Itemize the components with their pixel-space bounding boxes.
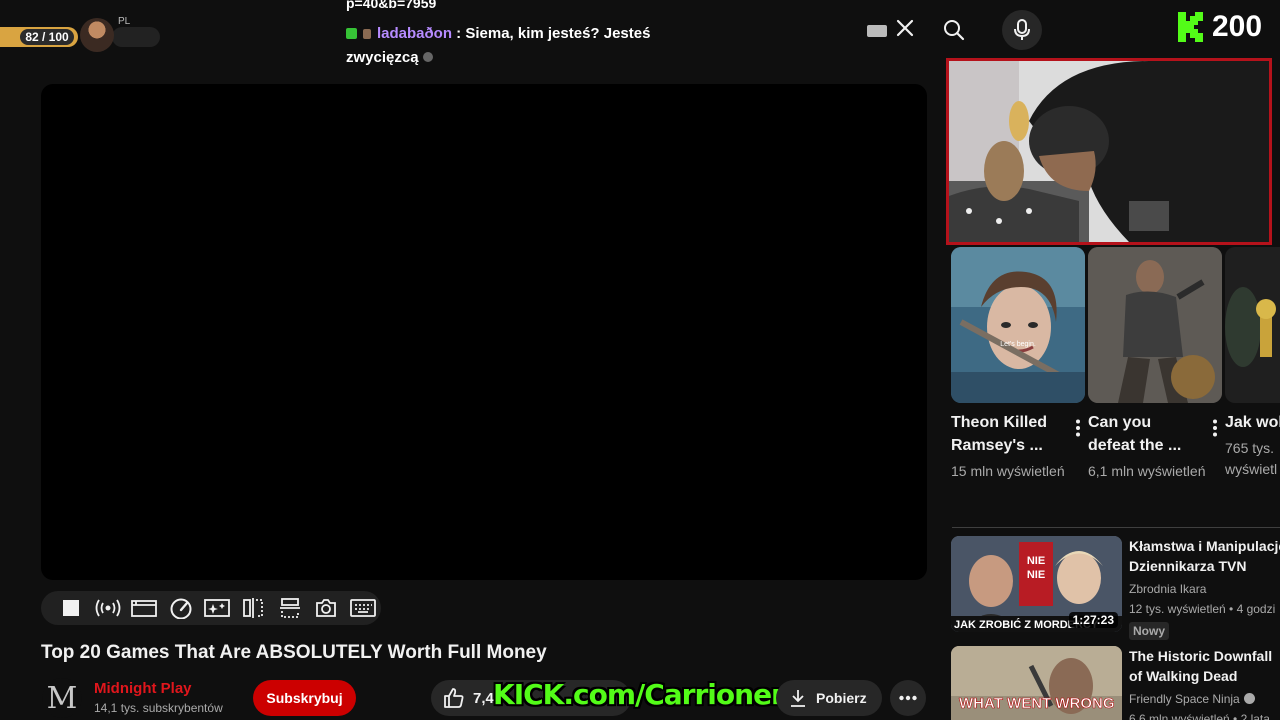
keyboard-icon: [349, 599, 376, 617]
short-views: 765 tys. wyświetl: [1225, 440, 1278, 477]
chat-username: ladabaðon: [377, 25, 453, 42]
screenshot-button[interactable]: [308, 591, 344, 625]
stop-button[interactable]: [53, 591, 89, 625]
thumb-text: NIE: [1027, 555, 1045, 567]
video-player[interactable]: [41, 84, 927, 580]
enhance-icon: [204, 599, 230, 617]
short-thumbnail[interactable]: Let's begin.: [951, 247, 1085, 403]
broadcast-button[interactable]: [89, 591, 125, 625]
more-vertical-icon: [1076, 419, 1080, 437]
channel-name[interactable]: Midnight Play: [94, 680, 192, 697]
short-card[interactable]: Jak wokalis 765 tys. wyświetl: [1225, 247, 1280, 480]
camera-icon: [316, 599, 337, 617]
keyboard-icon[interactable]: [867, 25, 887, 37]
section-divider: [952, 527, 1280, 528]
streamer-level-widget: 82 / 100 PL: [0, 16, 160, 52]
video-channel[interactable]: Zbrodnia Ikara: [1129, 580, 1280, 598]
kick-follower-counter: 200: [1178, 10, 1262, 44]
recommended-video[interactable]: NIE NIE JAK ZROBIĆ Z MORDERCY 1:27:23 Kł…: [951, 536, 1280, 640]
download-icon: [791, 690, 805, 707]
voice-search-button[interactable]: [1002, 10, 1042, 50]
video-meta: 12 tys. wyświetleń • 4 godzi: [1129, 602, 1276, 616]
flip-icon: [279, 598, 300, 618]
short-title[interactable]: Jak wokalis: [1225, 411, 1280, 434]
download-button[interactable]: Pobierz: [776, 680, 882, 716]
short-card[interactable]: Let's begin. Theon Killed Ramsey's ... 1…: [951, 247, 1085, 482]
short-title[interactable]: Can you defeat the ...: [1088, 411, 1192, 457]
thumb-text: NIE: [1027, 569, 1045, 581]
chat-message: ladabaðon : Siema, kim jesteś? Jesteś zw…: [346, 22, 666, 70]
thumbs-up-icon: [444, 688, 464, 708]
more-horizontal-icon: [899, 695, 917, 701]
new-badge: Nowy: [1129, 622, 1170, 640]
short-title[interactable]: Theon Killed Ramsey's ...: [951, 411, 1055, 457]
search-icon: [944, 20, 965, 41]
download-label: Pobierz: [816, 690, 867, 706]
kick-logo-icon: [1178, 12, 1204, 42]
broadcast-icon: [95, 599, 121, 617]
enhance-button[interactable]: [199, 591, 235, 625]
kick-channel-banner: KICK.com/Carrioner: [493, 678, 785, 711]
video-title[interactable]: The Historic Downfall of Walking Dead: [1129, 646, 1280, 686]
video-info: Kłamstwa i Manipulacje Dziennikarza TVN …: [1129, 536, 1280, 640]
video-duration: 1:27:23: [1068, 612, 1118, 628]
theater-mode-button[interactable]: [126, 591, 162, 625]
short-thumbnail[interactable]: [1225, 247, 1280, 403]
chat-previous-line: p=40&b=7959: [346, 0, 437, 11]
short-menu-button[interactable]: [1212, 419, 1218, 442]
video-thumbnail[interactable]: NIE NIE JAK ZROBIĆ Z MORDERCY 1:27:23: [951, 536, 1122, 632]
video-thumbnail[interactable]: WHAT WENT WRONG: [951, 646, 1122, 720]
user-badge-icon: [363, 29, 371, 39]
keyboard-shortcuts-button[interactable]: [345, 591, 381, 625]
thumb-caption: WHAT WENT WRONG: [959, 695, 1115, 712]
short-menu-button[interactable]: [1075, 419, 1081, 442]
emote-icon: [422, 52, 433, 62]
playback-speed-button[interactable]: [162, 591, 198, 625]
theater-icon: [131, 600, 157, 617]
microphone-icon: [1014, 19, 1030, 40]
flip-button[interactable]: [272, 591, 308, 625]
extension-toolbar: [41, 591, 381, 625]
kick-count: 200: [1212, 10, 1263, 43]
mirror-icon: [243, 598, 264, 618]
short-views: 15 mln wyświetleń: [951, 463, 1065, 479]
search-button[interactable]: [930, 10, 978, 50]
video-channel[interactable]: Friendly Space Ninja: [1129, 690, 1280, 708]
stop-icon: [63, 600, 80, 616]
level-tail: [112, 27, 160, 47]
short-thumbnail[interactable]: [1088, 247, 1222, 403]
level-counter: 82 / 100: [18, 27, 76, 47]
channel-avatar[interactable]: M: [42, 678, 82, 718]
short-card[interactable]: Can you defeat the ... 6,1 mln wyświetle…: [1088, 247, 1222, 482]
webcam-overlay: [946, 58, 1272, 245]
video-info: The Historic Downfall of Walking Dead Fr…: [1129, 646, 1280, 720]
verified-icon: [1243, 693, 1255, 704]
short-views: 6,1 mln wyświetleń: [1088, 463, 1206, 479]
channel-label: Friendly Space Ninja: [1129, 692, 1240, 706]
video-title: Top 20 Games That Are ABSOLUTELY Worth F…: [41, 642, 547, 663]
close-icon: [896, 19, 914, 37]
video-meta: 6,6 mln wyświetleń • 2 lata: [1129, 712, 1270, 720]
channel-subscriber-count: 14,1 tys. subskrybentów: [94, 701, 223, 715]
more-vertical-icon: [1213, 419, 1217, 437]
mirror-button[interactable]: [235, 591, 271, 625]
subscriber-badge-icon: [346, 28, 357, 39]
video-title[interactable]: Kłamstwa i Manipulacje Dziennikarza TVN: [1129, 536, 1280, 576]
like-count: 7,4: [473, 689, 494, 707]
recommended-video[interactable]: WHAT WENT WRONG The Historic Downfall of…: [951, 646, 1280, 720]
speedometer-icon: [170, 598, 192, 619]
subscribe-button[interactable]: Subskrybuj: [253, 680, 356, 716]
webcam-feed: [949, 61, 1269, 242]
language-tag: PL: [118, 16, 131, 27]
clear-search-button[interactable]: [893, 18, 917, 44]
streamer-avatar: [80, 18, 114, 52]
short-caption: Let's begin.: [1000, 341, 1036, 348]
more-actions-button[interactable]: [890, 680, 926, 716]
